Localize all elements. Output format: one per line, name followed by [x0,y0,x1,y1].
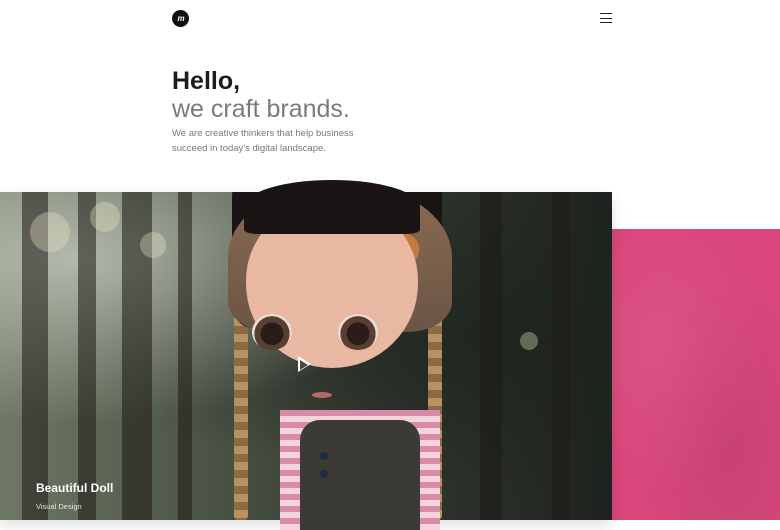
doll-braid [234,302,248,520]
bokeh-light [30,212,70,252]
doll-eye [252,314,292,350]
logo-icon[interactable]: m [172,10,189,27]
tree-trunk [552,192,570,520]
project-title[interactable]: Beautiful Doll [36,481,113,495]
menu-line [600,17,612,19]
dress-button [320,452,328,460]
doll-mouth [312,392,332,398]
tree-trunk [178,192,192,520]
tree-trunk [78,192,96,520]
bokeh-light [520,332,538,350]
doll-dress [300,420,420,530]
project-category: Visual Design [36,502,82,511]
bokeh-light [140,232,166,258]
menu-line [600,22,612,23]
dress-button [320,470,328,478]
tree-trunk [480,192,502,520]
bokeh-light [90,202,120,232]
hamburger-menu-icon[interactable] [600,13,612,23]
doll-eye [338,314,378,350]
hero-subheading: we craft brands. [172,95,350,123]
pink-accent-block [612,229,780,520]
menu-line [600,13,612,14]
hero-description: We are creative thinkers that help busin… [172,128,354,154]
doll-bangs [244,180,420,234]
play-icon[interactable] [298,356,311,372]
hero-heading: Hello, [172,67,241,95]
